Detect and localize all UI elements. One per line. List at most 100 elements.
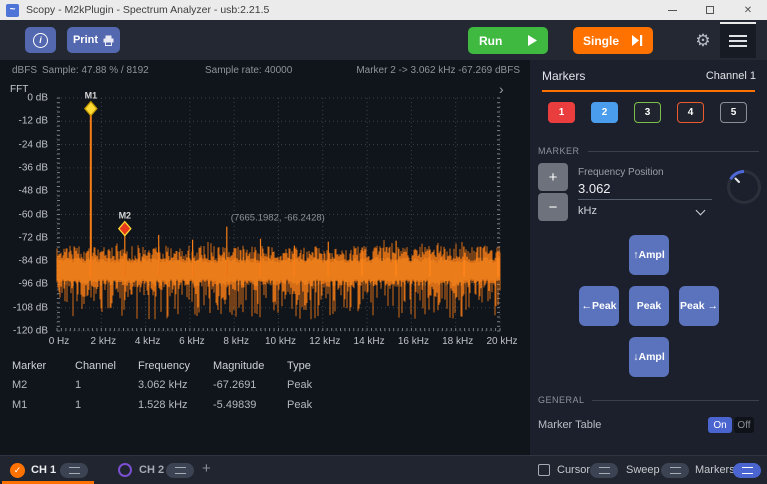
minimize-button[interactable] — [653, 0, 691, 20]
y-tick-label: -84 dB — [19, 256, 48, 267]
peak-left-button[interactable]: ←Peak — [579, 286, 619, 326]
marker-3-button[interactable]: 3 — [634, 102, 661, 123]
general-section-label: GENERAL — [538, 395, 585, 405]
marker-table-row: M1 1 1.528 kHz -5.49839 Peak — [0, 399, 530, 413]
frequency-position-input[interactable]: 3.062 — [578, 181, 611, 196]
check-icon: ✓ — [14, 465, 22, 476]
spectrum-plot[interactable]: (7665.1982, -66.2428)M1M2 — [55, 92, 505, 342]
y-tick-label: -60 dB — [19, 209, 48, 220]
channel2-settings-button[interactable] — [166, 463, 194, 478]
sweep-settings-button[interactable] — [661, 463, 689, 478]
marker-table-header: MarkerChannelFrequencyMagnitudeType — [0, 360, 530, 374]
marker-table-cell: 1 — [75, 399, 81, 411]
close-icon: ✕ — [744, 5, 752, 16]
single-button[interactable]: Single — [573, 27, 653, 54]
channel2-enable-checkbox[interactable] — [118, 463, 132, 477]
marker-table-on-toggle[interactable]: On — [708, 417, 732, 433]
marker-table-cell: Peak — [287, 399, 312, 411]
single-button-label: Single — [583, 34, 619, 48]
bottom-bar: ✓ CH 1 CH 2 + Cursors Sweep Markers — [0, 455, 767, 484]
chevron-down-icon — [696, 206, 706, 216]
play-icon — [528, 35, 537, 46]
plus-icon: + — [549, 169, 558, 186]
markers-settings-button[interactable] — [733, 463, 761, 478]
section-divider — [592, 400, 759, 401]
svg-text:M1: M1 — [85, 92, 98, 101]
print-button[interactable]: Print — [67, 27, 120, 53]
frequency-increment-button[interactable]: + — [538, 163, 568, 191]
channel1-tab[interactable]: CH 1 — [31, 464, 56, 476]
sweep-label: Sweep — [626, 464, 660, 476]
maximize-button[interactable] — [691, 0, 729, 20]
sample-progress-label: Sample: 47.88 % / 8192 — [42, 65, 149, 76]
marker-2-button[interactable]: 2 — [591, 102, 618, 123]
y-tick-label: -36 dB — [19, 162, 48, 173]
sliders-icon — [742, 467, 753, 474]
add-channel-button[interactable]: + — [202, 460, 211, 477]
marker-5-button[interactable]: 5 — [720, 102, 747, 123]
channel1-enable-checkbox[interactable]: ✓ — [10, 463, 25, 478]
close-button[interactable]: ✕ — [729, 0, 767, 20]
app-logo-icon: ~ — [6, 4, 19, 17]
input-underline — [578, 199, 712, 200]
toolbar: i Print Run Single ⚙ — [0, 20, 767, 60]
channel-selector[interactable]: Channel 1 — [706, 70, 756, 82]
sample-rate-label: Sample rate: 40000 — [205, 65, 292, 76]
y-tick-label: -108 dB — [13, 302, 48, 313]
unit-select[interactable]: kHz — [578, 205, 712, 221]
frequency-decrement-button[interactable]: − — [538, 193, 568, 221]
panel-accent-underline — [542, 90, 755, 92]
general-settings-menu-button[interactable] — [720, 22, 756, 58]
unit-select-value: kHz — [578, 205, 597, 217]
markers-panel: Markers Channel 1 12345 MARKER + − Frequ… — [530, 60, 767, 455]
marker-table-cell: 3.062 kHz — [138, 379, 188, 391]
marker-table-off-toggle[interactable]: Off — [734, 417, 754, 433]
peak-right-button[interactable]: Peak → — [679, 286, 719, 326]
ampl-up-button[interactable]: ↑Ampl — [629, 235, 669, 275]
run-button[interactable]: Run — [468, 27, 548, 54]
marker-table-row: M213.062 kHz-67.2691Peak — [0, 379, 530, 393]
channel1-settings-button[interactable] — [60, 463, 88, 478]
gear-icon: ⚙ — [695, 31, 710, 51]
maximize-icon — [706, 6, 714, 14]
marker-table-cell: 1.528 kHz — [138, 399, 188, 411]
fft-mode-label: FFT — [10, 84, 28, 95]
cursors-checkbox[interactable] — [538, 464, 550, 476]
marker-1-button[interactable]: 1 — [548, 102, 575, 123]
y-tick-label: -48 dB — [19, 186, 48, 197]
svg-text:M2: M2 — [119, 211, 132, 221]
sliders-icon — [69, 467, 80, 474]
frequency-knob[interactable] — [725, 168, 763, 206]
marker-table-header-cell: Channel — [75, 360, 116, 372]
panel-title: Markers — [542, 69, 585, 83]
marker-table-cell: -67.2691 — [213, 379, 256, 391]
marker-table-cell: M1 — [12, 399, 27, 411]
marker-table-header-cell: Frequency — [138, 360, 190, 372]
workspace: dBFS Sample: 47.88 % / 8192 Sample rate:… — [0, 60, 767, 455]
app-window: ~ Scopy - M2kPlugin - Spectrum Analyzer … — [0, 0, 767, 484]
window-title: Scopy - M2kPlugin - Spectrum Analyzer - … — [26, 4, 269, 16]
y-tick-label: -12 dB — [19, 116, 48, 127]
sliders-icon — [175, 467, 186, 474]
menu-icon — [729, 35, 747, 37]
minus-icon: − — [549, 199, 558, 216]
skip-end-icon — [632, 35, 643, 46]
settings-gear-button[interactable]: ⚙ — [690, 28, 716, 54]
y-tick-label: -96 dB — [19, 279, 48, 290]
cursors-settings-button[interactable] — [590, 463, 618, 478]
info-button[interactable]: i — [25, 27, 56, 53]
sliders-icon — [599, 467, 610, 474]
print-button-label: Print — [73, 34, 98, 46]
marker-table-header-cell: Marker — [12, 360, 46, 372]
marker-table-cell: -5.49839 — [213, 399, 256, 411]
marker-4-button[interactable]: 4 — [677, 102, 704, 123]
marker-select-row: 12345 — [530, 102, 767, 124]
minimize-icon — [668, 10, 677, 11]
titlebar: ~ Scopy - M2kPlugin - Spectrum Analyzer … — [0, 0, 767, 20]
ampl-down-button[interactable]: ↓Ampl — [629, 337, 669, 377]
marker-table-cell: Peak — [287, 379, 312, 391]
channel2-tab[interactable]: CH 2 — [139, 464, 164, 476]
peak-button[interactable]: Peak — [629, 286, 669, 326]
y-tick-label: -72 dB — [19, 232, 48, 243]
plot-panel: dBFS Sample: 47.88 % / 8192 Sample rate:… — [0, 60, 530, 455]
